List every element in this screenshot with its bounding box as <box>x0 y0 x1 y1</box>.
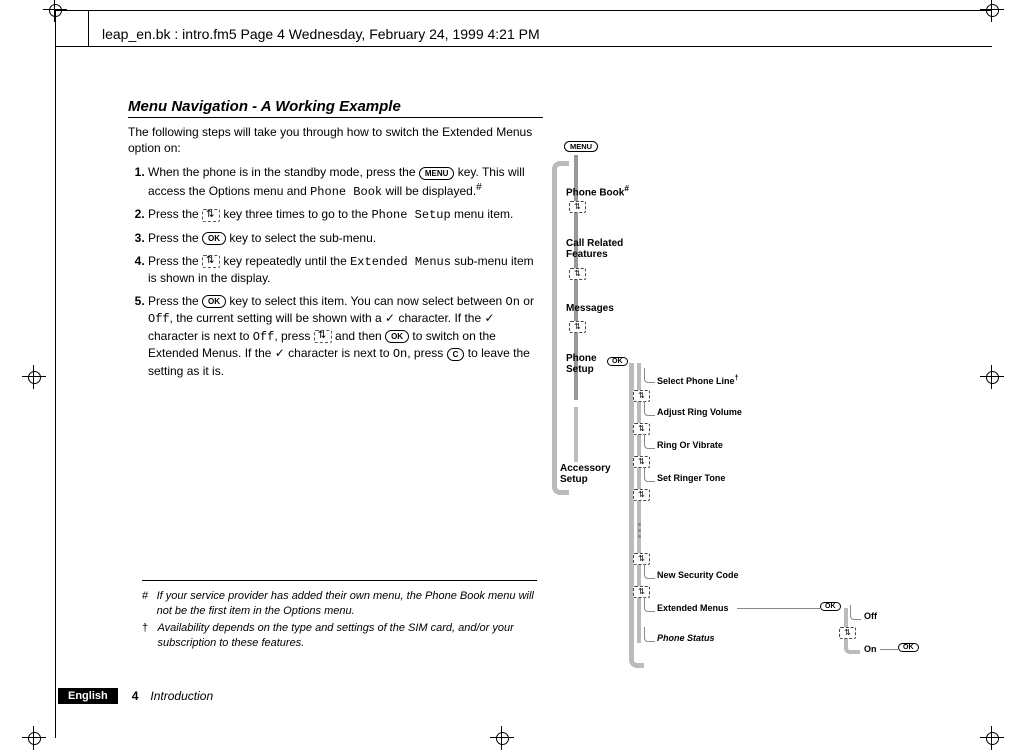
text: character is next to <box>148 329 253 343</box>
updown-key-icon: ⇅ <box>633 489 650 501</box>
step-3: Press the OK key to select the sub-menu. <box>148 230 543 247</box>
text: key repeatedly until the <box>220 254 350 268</box>
text: key to select this item. You can now sel… <box>226 294 506 308</box>
ok-key-icon: OK <box>820 602 841 611</box>
menu-key-icon: MENU <box>564 141 598 152</box>
updown-key-icon <box>314 330 332 343</box>
lcd-text: Extended Menus <box>350 255 451 269</box>
menu-item-phone-book: Phone Book# <box>566 183 629 198</box>
lcd-text: On <box>393 347 407 361</box>
updown-key-icon <box>202 209 220 222</box>
sub-item-set-ringer-tone: Set Ringer Tone <box>657 473 725 483</box>
text: will be displayed. <box>382 184 476 198</box>
ok-key-icon: OK <box>607 357 628 366</box>
updown-key-icon: ⇅ <box>569 268 586 280</box>
sub-item-adjust-ring-volume: Adjust Ring Volume <box>657 407 742 417</box>
menu-tree-diagram: MENU Phone Book# ⇅ Call Related Features… <box>552 123 972 673</box>
section-name: Introduction <box>150 689 213 703</box>
text: , the current setting will be shown with… <box>170 311 385 325</box>
text: Press the <box>148 254 202 268</box>
c-key-icon: C <box>447 348 465 361</box>
ok-key-icon: OK <box>898 643 919 652</box>
updown-key-icon: ⇅ <box>569 201 586 213</box>
updown-key-icon <box>202 255 220 268</box>
check-icon: ✓ <box>485 310 495 327</box>
menu-key-icon: MENU <box>419 167 455 180</box>
footnote-text: If your service provider has added their… <box>157 589 537 619</box>
page-footer: English 4 Introduction <box>58 688 213 704</box>
sub-item-extended-menus: Extended Menus <box>657 603 729 613</box>
lcd-text: Phone Book <box>310 185 382 199</box>
updown-key-icon: ⇅ <box>839 627 856 639</box>
ok-key-icon: OK <box>385 330 409 343</box>
lcd-text: Off <box>253 330 275 344</box>
onoff-on: On <box>864 644 877 654</box>
doc-header: leap_en.bk : intro.fm5 Page 4 Wednesday,… <box>102 26 540 42</box>
text: and then <box>332 329 385 343</box>
text: character is next to <box>285 346 393 360</box>
text: Press the <box>148 294 202 308</box>
onoff-off: Off <box>864 611 877 621</box>
footnote-mark-dagger: † <box>142 621 150 651</box>
step-1: When the phone is in the standby mode, p… <box>148 164 543 200</box>
text: key three times to go to the <box>220 207 371 221</box>
text: character. If the <box>395 311 484 325</box>
sub-item-new-security-code: New Security Code <box>657 570 739 580</box>
steps-list: When the phone is in the standby mode, p… <box>128 164 543 379</box>
step-5: Press the OK key to select this item. Yo… <box>148 293 543 380</box>
page-number: 4 <box>132 689 139 703</box>
text: menu item. <box>451 207 514 221</box>
menu-item-call-related: Call Related Features <box>566 238 636 260</box>
footnote-ref-dagger: † <box>735 373 739 382</box>
footnotes: # If your service provider has added thei… <box>142 580 537 652</box>
check-icon: ✓ <box>385 310 395 327</box>
lcd-text: Phone Setup <box>371 208 450 222</box>
footnote-ref-hash: # <box>624 183 629 193</box>
sub-item-phone-status: Phone Status <box>657 633 715 643</box>
menu-item-phone-setup: Phone Setup <box>566 353 606 375</box>
sub-item-select-phone-line: Select Phone Line† <box>657 373 739 386</box>
text: , press <box>274 329 313 343</box>
footnote-mark-hash: # <box>142 589 149 619</box>
main-content: Menu Navigation - A Working Example The … <box>128 98 543 385</box>
menu-item-messages: Messages <box>566 303 614 314</box>
lcd-text: On <box>506 295 520 309</box>
ok-key-icon: OK <box>202 295 226 308</box>
check-icon: ✓ <box>275 345 285 362</box>
section-title: Menu Navigation - A Working Example <box>128 98 543 118</box>
menu-item-accessory-setup: Accessory Setup <box>560 463 615 485</box>
language-tab: English <box>58 688 118 704</box>
step-4: Press the key repeatedly until the Exten… <box>148 253 543 287</box>
sub-item-ring-or-vibrate: Ring Or Vibrate <box>657 440 723 450</box>
ok-key-icon: OK <box>202 232 226 245</box>
lcd-text: Off <box>148 312 170 326</box>
footnote-text: Availability depends on the type and set… <box>158 621 538 651</box>
intro-text: The following steps will take you throug… <box>128 124 543 156</box>
step-2: Press the key three times to go to the P… <box>148 206 543 224</box>
text: Press the <box>148 231 202 245</box>
text: When the phone is in the standby mode, p… <box>148 165 419 179</box>
text: Press the <box>148 207 202 221</box>
text: key to select the sub-menu. <box>226 231 376 245</box>
updown-key-icon: ⇅ <box>569 321 586 333</box>
text: , press <box>407 346 446 360</box>
footnote-ref-hash: # <box>476 182 482 193</box>
text: or <box>520 294 534 308</box>
